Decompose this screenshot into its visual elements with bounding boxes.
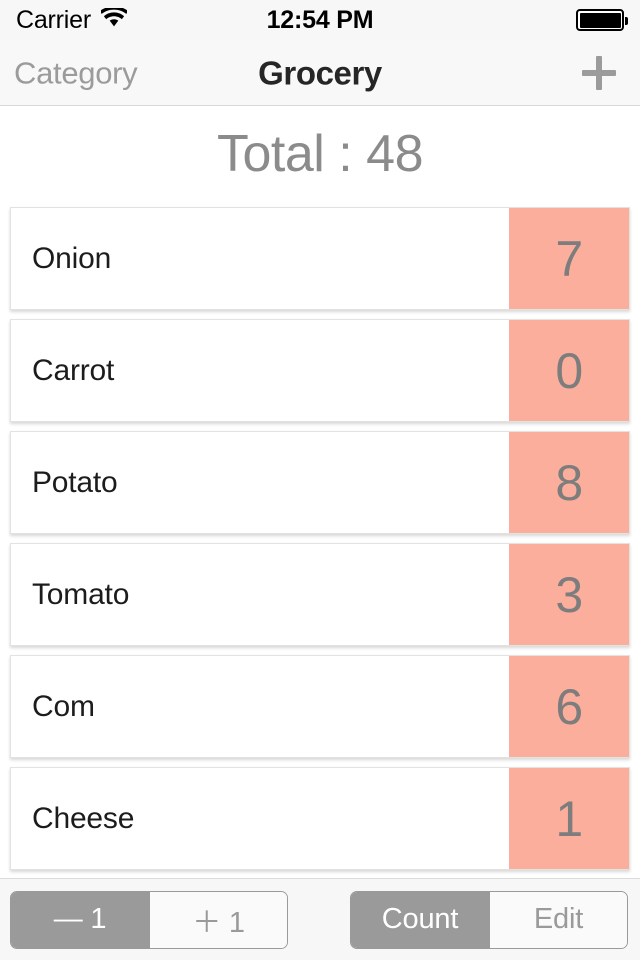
count-mode-segment[interactable]: Count	[351, 891, 489, 948]
bottom-toolbar: — 1 ＋ 1 Count Edit	[0, 878, 640, 960]
app-screen: Carrier 12:54 PM Category Grocery Total …	[0, 0, 640, 960]
increment-segment[interactable]: ＋ 1	[149, 891, 287, 948]
table-row[interactable]: Tomato 3	[10, 543, 630, 646]
edit-mode-segment[interactable]: Edit	[489, 891, 627, 948]
item-name: Potato	[32, 465, 118, 499]
item-name: Tomato	[32, 577, 130, 611]
step-segmented-control[interactable]: — 1 ＋ 1	[10, 890, 288, 949]
status-bar: Carrier 12:54 PM	[0, 0, 640, 40]
plus-icon-vertical	[596, 55, 602, 90]
item-count[interactable]: 1	[509, 768, 629, 869]
item-list[interactable]: Onion 7 Carrot 0 Potato 8 Tomato 3 Com 6…	[0, 202, 640, 878]
table-row[interactable]: Onion 7	[10, 207, 630, 310]
wifi-icon	[99, 6, 129, 32]
mode-segmented-control[interactable]: Count Edit	[350, 890, 628, 949]
item-name: Cheese	[32, 801, 135, 835]
decrement-segment[interactable]: — 1	[11, 891, 149, 948]
item-count[interactable]: 6	[509, 656, 629, 757]
total-header: Total : 48	[0, 106, 640, 202]
item-name: Com	[32, 689, 95, 723]
table-row[interactable]: Com 6	[10, 655, 630, 758]
carrier-label: Carrier	[16, 5, 91, 34]
item-count[interactable]: 8	[509, 432, 629, 533]
add-item-button[interactable]	[578, 52, 620, 94]
battery-full-icon	[576, 9, 628, 31]
table-row[interactable]: Carrot 0	[10, 319, 630, 422]
total-label: Total : 48	[216, 125, 424, 183]
navigation-bar: Category Grocery	[0, 40, 640, 106]
item-count[interactable]: 0	[509, 320, 629, 421]
table-row[interactable]: Potato 8	[10, 431, 630, 534]
status-bar-right	[576, 9, 628, 31]
table-row[interactable]: Cheese 1	[10, 767, 630, 870]
item-name: Onion	[32, 241, 112, 275]
item-name: Carrot	[32, 353, 115, 387]
page-title: Grocery	[258, 54, 382, 91]
item-count[interactable]: 3	[509, 544, 629, 645]
status-bar-left: Carrier	[16, 5, 129, 34]
item-count[interactable]: 7	[509, 208, 629, 309]
